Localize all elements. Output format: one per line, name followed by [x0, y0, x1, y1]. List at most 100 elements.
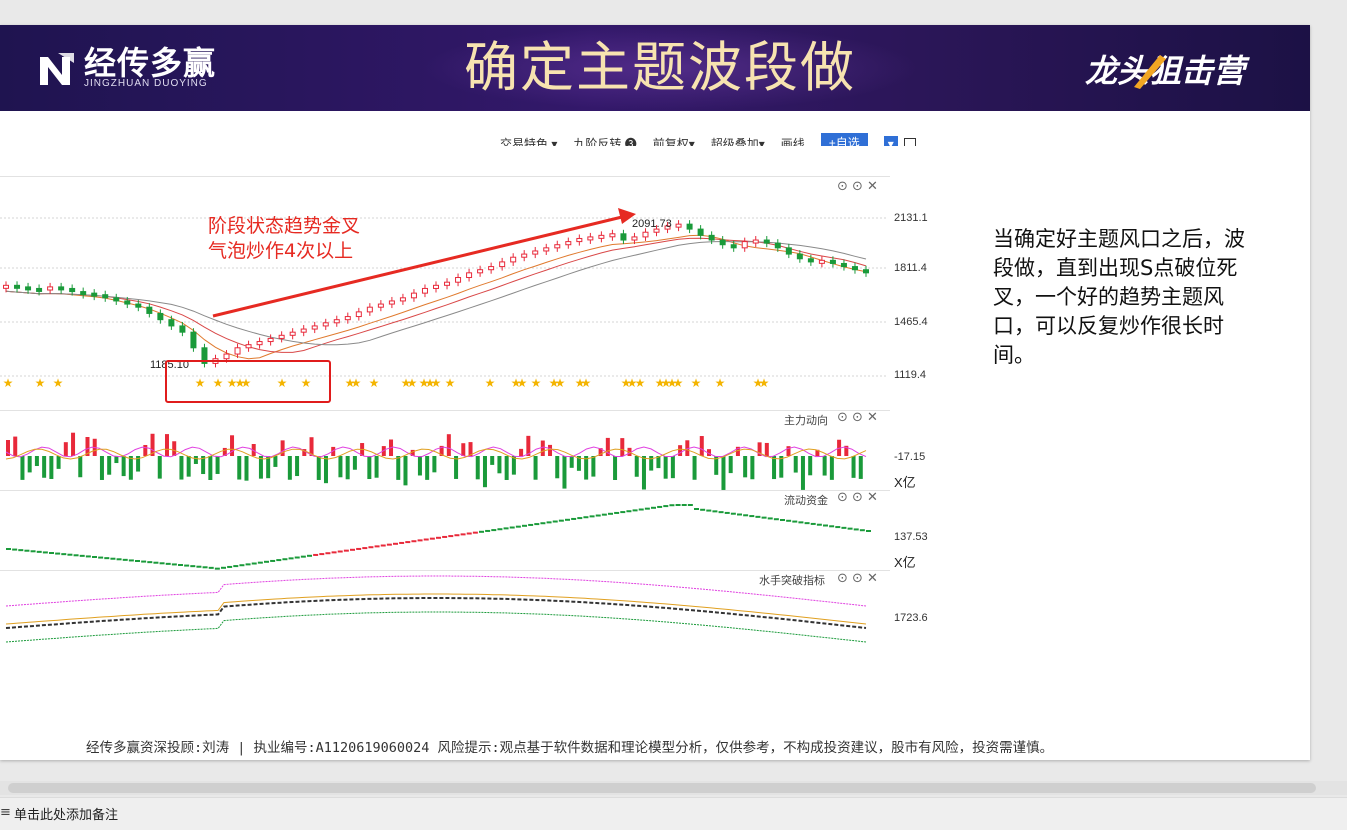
candle — [333, 319, 340, 324]
liquidity-point — [386, 543, 392, 546]
add-watchlist-button[interactable]: +自选 — [820, 133, 868, 146]
main-force-bar — [128, 456, 133, 480]
scrollbar-thumb[interactable] — [8, 783, 1316, 793]
slide-note-text: 当确定好主题风口之后，波段做，直到出现S点破位死叉，一个好的趋势主题风口，可以反… — [993, 227, 1245, 367]
chart-toolbar: 交易特色 ▾ 九阶反转 ❸ 前复权▾ 超级叠加▾ 画线 +自选 ▾ — [500, 128, 932, 146]
star-marker: ★ — [673, 376, 684, 390]
liquidity-point — [42, 551, 48, 554]
liquidity-point — [786, 519, 792, 522]
liquidity-point — [454, 534, 460, 537]
candle — [399, 297, 406, 302]
notes-placeholder[interactable]: 单击此处添加备注 — [14, 804, 118, 823]
panel-label-main-force: 主力动向 — [784, 415, 828, 427]
liquidity-point — [196, 565, 202, 568]
sailor-panel-controls[interactable]: ⊙ ⊙ ✕ — [837, 571, 878, 586]
liquidity-point — [823, 524, 828, 527]
main-force-bars — [5, 432, 867, 490]
star-marker: ★ — [691, 376, 702, 390]
toolbar-item-draw[interactable]: 画线 — [781, 135, 805, 146]
liquidity-point — [810, 522, 816, 525]
liquidity-point — [153, 561, 159, 564]
candle — [455, 277, 462, 283]
main-force-bar — [179, 456, 184, 480]
liquidity-point — [270, 559, 276, 562]
star-marker: ★ — [581, 376, 592, 390]
candle — [565, 241, 572, 246]
toolbar-item-adjust[interactable]: 前复权▾ — [653, 135, 695, 146]
main-panel-controls[interactable]: ⊙ ⊙ ✕ — [837, 179, 878, 194]
slide-footer: 经传多赢资深投顾:刘涛 | 执业编号:A1120619060024 风险提示:观… — [86, 740, 1054, 756]
main-force-bar — [56, 456, 61, 469]
liquidity-point — [497, 528, 503, 531]
candle — [421, 287, 428, 294]
liquidity-point — [128, 559, 134, 562]
liquidity-point — [18, 549, 24, 552]
main-force-bar — [519, 448, 524, 456]
candle — [598, 234, 605, 239]
liquidity-point — [761, 516, 767, 519]
candle — [190, 331, 197, 349]
annotation-line-1: 阶段状态趋势金叉 — [208, 215, 361, 237]
moving-average-line — [5, 237, 867, 353]
logo: 经传多赢 JINGZHUAN DUOYING — [36, 47, 216, 91]
star-marker: ★ — [351, 376, 362, 390]
liquidity-point — [540, 522, 546, 525]
liquidity-point — [509, 526, 515, 529]
notes-bar[interactable] — [0, 797, 1347, 830]
candle — [433, 284, 439, 289]
toolbar-item-overlay[interactable]: 超级叠加▾ — [711, 135, 765, 146]
toolbar-item-trade-feature[interactable]: 交易特色 ▾ — [500, 135, 557, 146]
liquidity-point — [724, 511, 730, 514]
horizontal-scrollbar[interactable] — [0, 781, 1347, 795]
liquidity-point — [319, 553, 325, 556]
window-icon[interactable] — [903, 138, 916, 146]
main-force-bar — [670, 456, 675, 479]
candle — [807, 258, 814, 263]
candle — [135, 303, 142, 308]
liquidity-point — [122, 558, 128, 561]
liquidity-point — [479, 530, 484, 533]
candle — [554, 244, 561, 249]
main-force-bar — [186, 456, 191, 477]
candle — [444, 281, 451, 286]
liquidity-point — [374, 545, 380, 548]
liquidity-point — [116, 558, 122, 561]
liquidity-point — [546, 521, 552, 524]
axis-tick-2: 1811.4 — [894, 262, 927, 274]
liquidity-point — [141, 560, 147, 563]
sailor-value: 1723.6 — [894, 612, 928, 624]
candle — [223, 353, 230, 360]
candle — [576, 237, 583, 243]
star-marker: ★ — [759, 376, 770, 390]
axis-tick-4: 1119.4 — [894, 369, 927, 381]
main-force-bar — [121, 456, 126, 477]
liquidity-point — [780, 519, 785, 521]
star-marker: ★ — [445, 376, 456, 390]
toolbar-item-nine-reversal[interactable]: 九阶反转 ❸ — [573, 135, 636, 146]
main-force-bar — [374, 456, 379, 478]
candle — [675, 223, 682, 228]
candle — [388, 300, 395, 305]
main-force-panel-controls[interactable]: ⊙ ⊙ ✕ — [837, 410, 878, 425]
main-force-bar — [27, 456, 32, 473]
liquidity-point — [657, 505, 663, 508]
watchlist-dropdown-button[interactable]: ▾ — [883, 136, 898, 146]
candle — [620, 233, 627, 241]
main-force-bar — [634, 456, 639, 477]
main-force-bar — [338, 456, 343, 478]
liquidity-point — [436, 536, 441, 539]
liquidity-line — [6, 504, 871, 570]
star-marker: ★ — [3, 376, 14, 390]
liquidity-point — [49, 552, 54, 554]
liquidity-point — [30, 550, 36, 553]
sailor-price-line — [5, 597, 867, 629]
candle — [631, 236, 638, 241]
liquidity-panel-controls[interactable]: ⊙ ⊙ ✕ — [837, 490, 878, 505]
main-force-bar — [352, 456, 357, 470]
main-force-bar — [858, 456, 863, 479]
candle — [488, 266, 495, 271]
liquidity-point — [700, 508, 706, 511]
liquidity-point — [337, 550, 343, 553]
liquidity-point — [620, 511, 626, 514]
liquidity-point — [104, 557, 110, 560]
